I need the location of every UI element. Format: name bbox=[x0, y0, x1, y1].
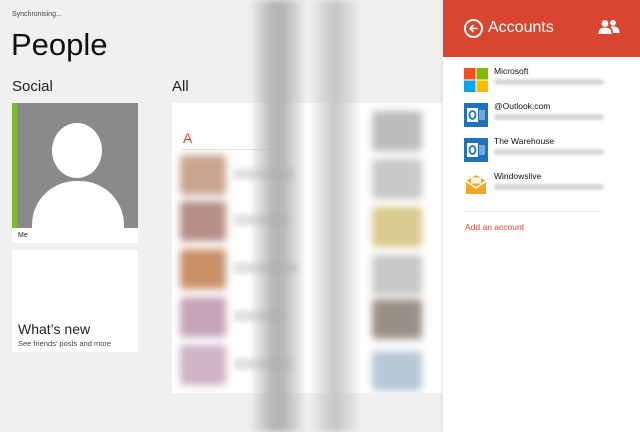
me-photo bbox=[12, 103, 138, 228]
contact-item[interactable] bbox=[180, 249, 226, 289]
contact-item[interactable] bbox=[180, 201, 226, 241]
account-email-blur bbox=[494, 114, 604, 120]
contact-item[interactable] bbox=[372, 351, 422, 391]
me-label: Me bbox=[18, 232, 28, 239]
back-button[interactable] bbox=[464, 19, 483, 38]
contact-item[interactable] bbox=[180, 345, 226, 385]
account-name: Windowslive bbox=[494, 171, 542, 181]
accounts-pane: Accounts Microsoft @Outlook.com The Ware… bbox=[443, 0, 640, 432]
account-email-blur bbox=[494, 79, 604, 85]
whats-new-title: What’s new bbox=[18, 321, 91, 337]
contact-item[interactable] bbox=[372, 207, 422, 247]
me-tile[interactable]: Me bbox=[12, 103, 138, 243]
contact-item[interactable] bbox=[180, 155, 226, 195]
account-email-blur bbox=[494, 184, 604, 190]
social-accent-bar bbox=[12, 103, 17, 228]
whats-new-tile[interactable]: What’s new See friends’ posts and more bbox=[12, 250, 138, 352]
mail-icon bbox=[465, 175, 487, 194]
account-item-the-warehouse[interactable]: The Warehouse bbox=[464, 136, 634, 166]
all-heading: All bbox=[172, 78, 189, 95]
contact-item[interactable] bbox=[372, 159, 422, 199]
account-item-windowslive[interactable]: Windowslive bbox=[464, 171, 634, 201]
people-icon[interactable] bbox=[598, 19, 620, 35]
back-arrow-icon bbox=[468, 24, 478, 33]
outlook-icon bbox=[464, 103, 488, 127]
status-text: Synchronising... bbox=[12, 11, 62, 18]
account-name: The Warehouse bbox=[494, 136, 555, 146]
contact-item[interactable] bbox=[372, 111, 422, 151]
contact-item[interactable] bbox=[180, 297, 226, 337]
avatar-head bbox=[52, 123, 102, 178]
letter-group-header[interactable]: A bbox=[183, 130, 192, 146]
account-email-blur bbox=[494, 149, 604, 155]
avatar-body bbox=[32, 181, 124, 228]
accounts-header: Accounts bbox=[443, 0, 640, 57]
account-item-microsoft[interactable]: Microsoft bbox=[464, 66, 634, 96]
account-name: Microsoft bbox=[494, 66, 529, 76]
contact-item[interactable] bbox=[372, 299, 422, 339]
whats-new-subtitle: See friends’ posts and more bbox=[18, 339, 112, 348]
account-item-outlook[interactable]: @Outlook.com bbox=[464, 101, 634, 131]
all-contacts-panel: A bbox=[172, 103, 444, 393]
accounts-title: Accounts bbox=[488, 19, 554, 36]
motion-blur-strip bbox=[312, 0, 358, 432]
page-title: People bbox=[11, 27, 108, 62]
motion-blur-strip bbox=[252, 0, 304, 432]
social-heading: Social bbox=[12, 78, 53, 95]
add-account-link[interactable]: Add an account bbox=[465, 222, 524, 232]
microsoft-icon bbox=[464, 68, 488, 92]
outlook-icon bbox=[464, 138, 488, 162]
accounts-divider bbox=[464, 211, 601, 212]
account-name: @Outlook.com bbox=[494, 101, 551, 111]
contact-item[interactable] bbox=[372, 255, 422, 295]
